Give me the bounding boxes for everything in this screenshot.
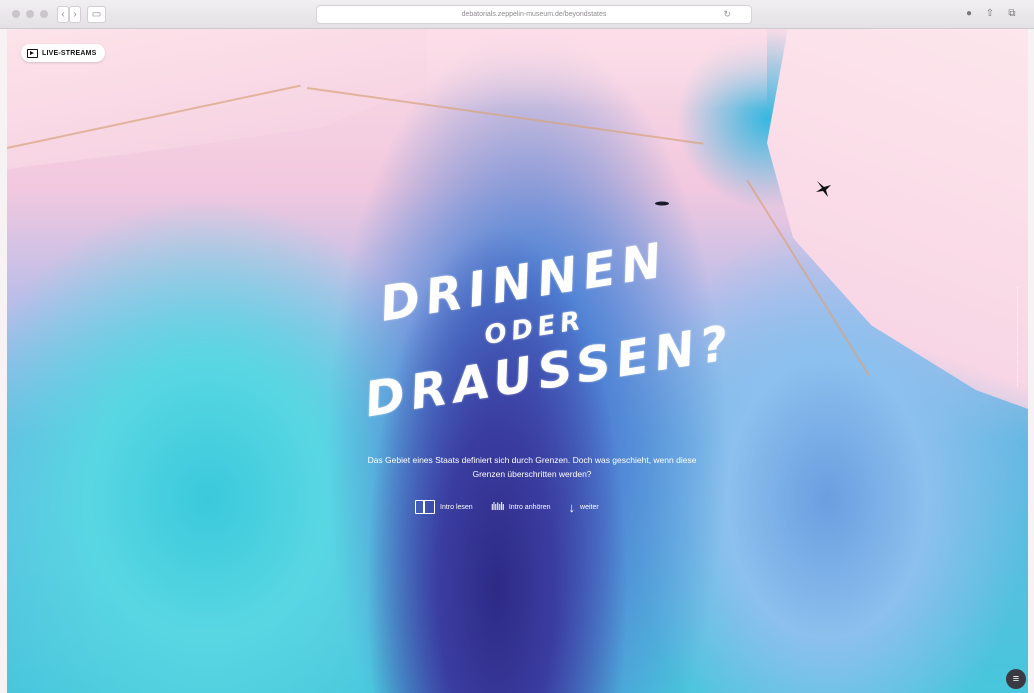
read-intro-button[interactable]: Intro lesen (415, 500, 473, 514)
hero-section: LIVE-STREAMS DRINNEN ODER DRAUSSEN? Das … (7, 29, 1028, 693)
back-button[interactable]: ‹ (57, 6, 69, 23)
address-bar[interactable]: debatorials.zeppelin-museum.de/beyondsta… (316, 5, 752, 24)
close-window-button[interactable] (12, 10, 20, 18)
bird-icon (816, 181, 831, 197)
terrain-right-land (767, 29, 1028, 409)
intro-text: Das Gebiet eines Staats definiert sich d… (367, 455, 697, 479)
audio-wave-icon: ılıIılı (490, 501, 505, 513)
forward-button[interactable]: › (69, 6, 81, 23)
browser-window: ‹ › ▭ debatorials.zeppelin-museum.de/bey… (0, 0, 1034, 693)
live-stream-icon (27, 48, 38, 58)
live-streams-button[interactable]: LIVE-STREAMS (21, 44, 105, 62)
terrain-top-land (427, 29, 767, 109)
scroll-indicator[interactable] (1017, 287, 1021, 387)
window-controls (12, 10, 48, 18)
intro-actions: Intro lesen ılıIılı Intro anhören ↓ weit… (415, 497, 599, 517)
page-title: DRINNEN ODER DRAUSSEN? (334, 210, 739, 457)
minimize-window-button[interactable] (26, 10, 34, 18)
arrow-down-icon: ↓ (568, 499, 576, 515)
book-icon (415, 500, 435, 514)
listen-intro-button[interactable]: ılıIılı Intro anhören (491, 501, 551, 513)
share-icon[interactable]: ⇧ (982, 6, 998, 21)
next-label: weiter (580, 503, 599, 511)
live-streams-label: LIVE-STREAMS (42, 49, 97, 57)
next-button[interactable]: ↓ weiter (569, 501, 599, 514)
menu-button[interactable]: ≡ (1006, 669, 1026, 689)
url-text: debatorials.zeppelin-museum.de/beyondsta… (461, 11, 607, 18)
reload-icon[interactable]: ↻ (723, 6, 731, 23)
downloads-icon[interactable]: ● (961, 6, 977, 21)
bird-silhouette-icon (655, 201, 669, 206)
tabs-overview-icon[interactable]: ⧉ (1004, 6, 1020, 21)
sidebar-toggle-button[interactable]: ▭ (87, 6, 106, 23)
zoom-window-button[interactable] (40, 10, 48, 18)
read-intro-label: Intro lesen (440, 503, 473, 511)
browser-toolbar: ‹ › ▭ debatorials.zeppelin-museum.de/bey… (0, 0, 1034, 29)
listen-intro-label: Intro anhören (508, 503, 551, 511)
